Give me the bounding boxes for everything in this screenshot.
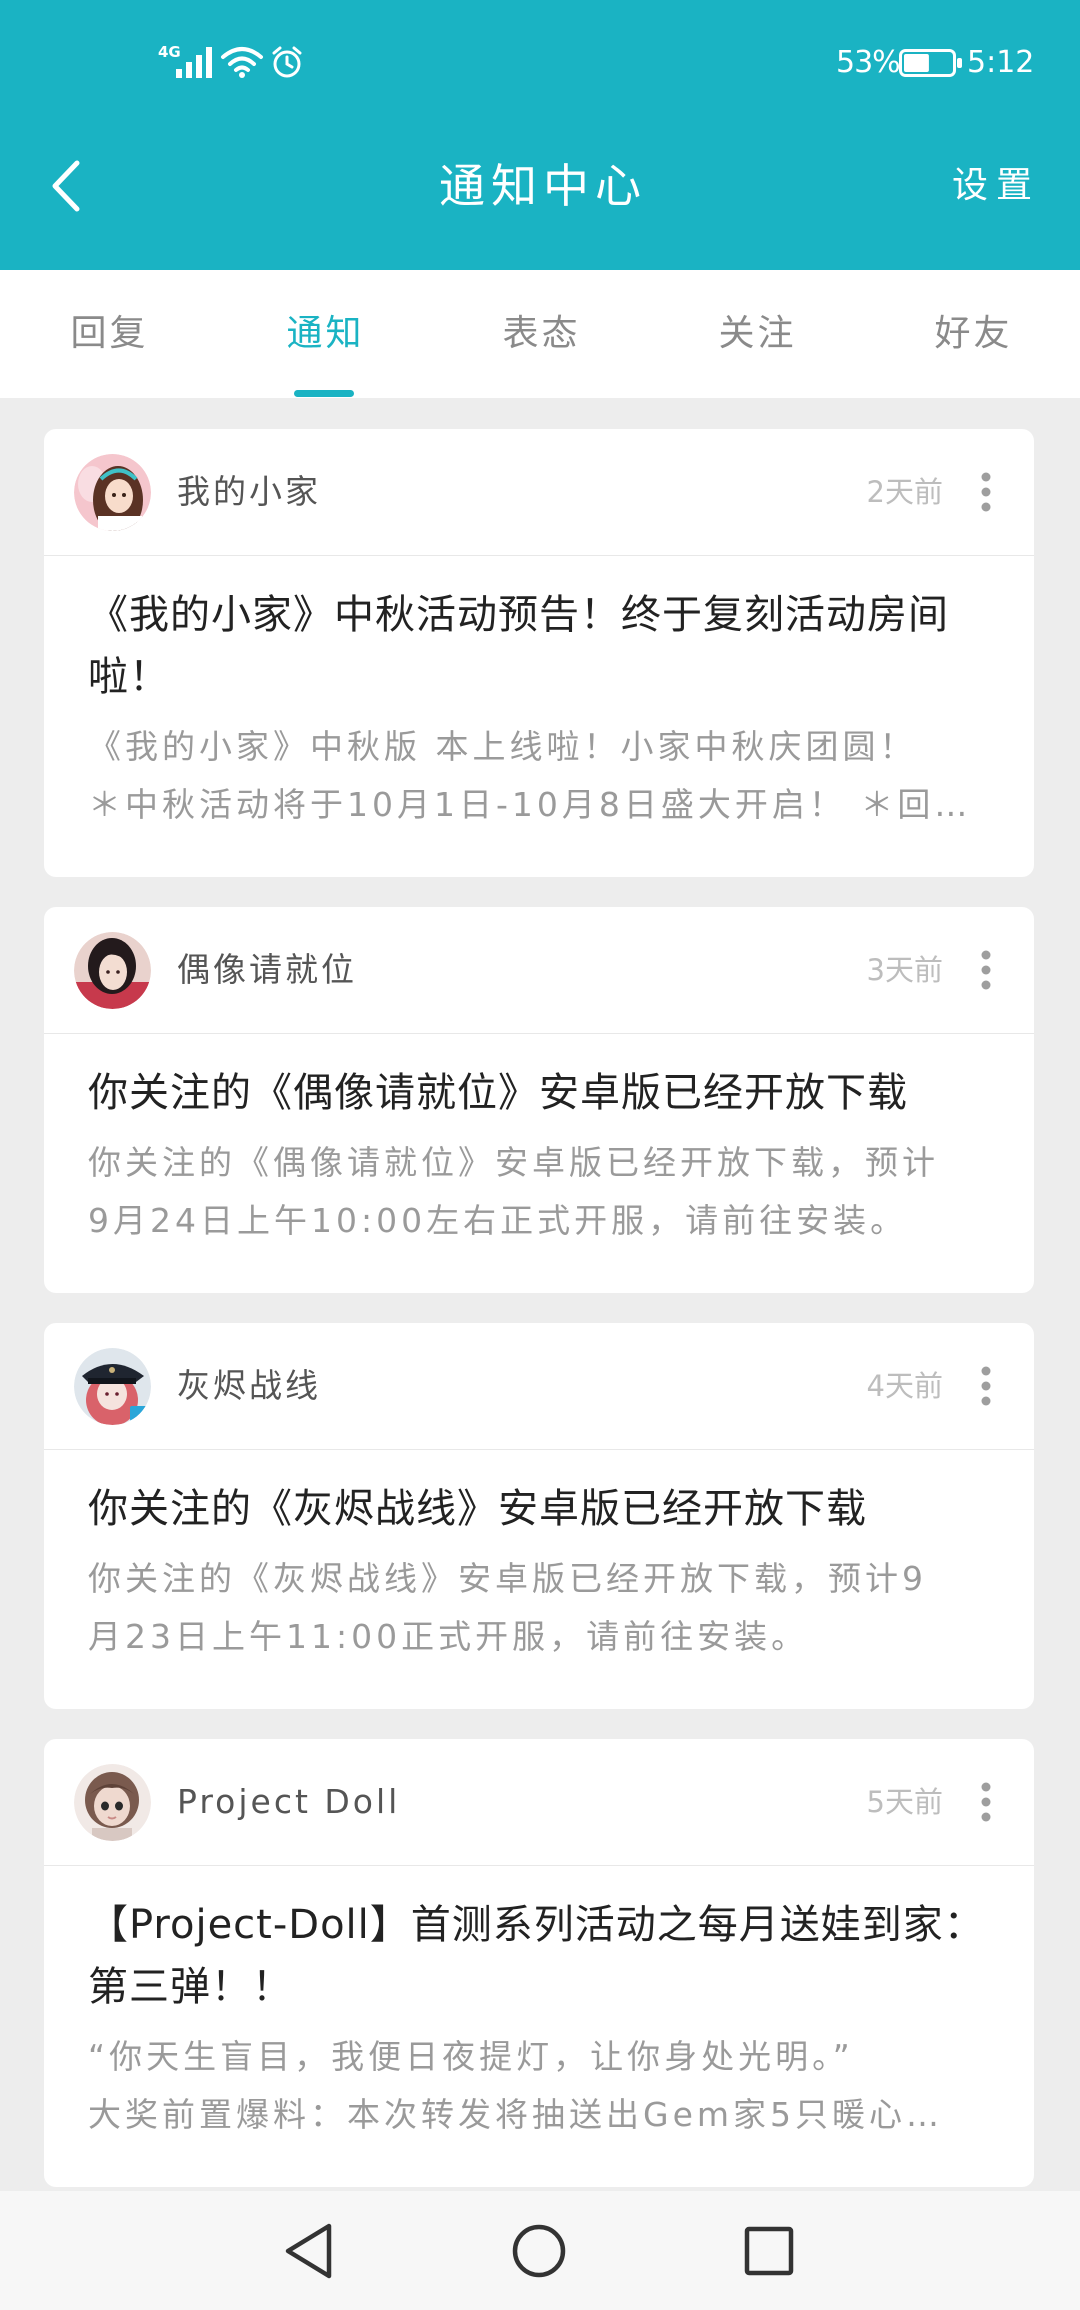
system-recents-button[interactable] <box>734 2216 804 2286</box>
title-line: 你关注的《偶像请就位》安卓版已经开放下载 <box>88 1070 908 1116</box>
tab-reactions[interactable]: 表态 <box>432 270 648 398</box>
tab-indicator <box>294 390 354 397</box>
card-body: 【Project-Doll】首测系列活动之每月送娃到家： 第三弹！！ “你天生盲… <box>44 1866 1034 2187</box>
tab-label: 表态 <box>502 313 581 354</box>
tab-label: 通知 <box>286 313 365 354</box>
system-home-button[interactable] <box>504 2216 574 2286</box>
doll-avatar-icon <box>74 1764 151 1841</box>
notification-title: 《我的小家》中秋活动预告！终于复刻活动房间 啦！ <box>88 584 990 708</box>
more-vertical-icon <box>981 1366 991 1406</box>
more-vertical-icon <box>981 1782 991 1822</box>
back-triangle-icon <box>285 2223 332 2279</box>
card-header: 我的小家 2天前 <box>44 429 1034 556</box>
source-name: Project Doll <box>177 1782 401 1821</box>
signal-icon <box>176 47 212 78</box>
summary-line: ＊中秋活动将于10月1日-10月8日盛大开启！ ＊回… <box>88 785 972 824</box>
recents-square-icon <box>744 2226 794 2276</box>
summary-line: 9月24日上午10:00左右正式开服，请前往安装。 <box>88 1201 908 1240</box>
source-name: 偶像请就位 <box>177 950 357 989</box>
system-nav-bar <box>0 2191 1080 2310</box>
notification-card[interactable]: 我的小家 2天前 《我的小家》中秋活动预告！终于复刻活动房间 啦！ 《我的小家》… <box>44 429 1034 877</box>
summary-line: 你关注的《偶像请就位》安卓版已经开放下载，预计 <box>88 1143 939 1182</box>
card-body: 《我的小家》中秋活动预告！终于复刻活动房间 啦！ 《我的小家》中秋版 本上线啦！… <box>44 556 1034 877</box>
tab-notifications[interactable]: 通知 <box>216 270 432 398</box>
notification-card[interactable]: 灰烬战线 4天前 你关注的《灰烬战线》安卓版已经开放下载 你关注的《灰烬战线》安… <box>44 1323 1034 1709</box>
officer-avatar-icon <box>74 1348 151 1425</box>
source-name: 我的小家 <box>177 472 321 511</box>
notification-summary: 你关注的《偶像请就位》安卓版已经开放下载，预计 9月24日上午10:00左右正式… <box>88 1134 990 1250</box>
alarm-icon <box>272 46 302 78</box>
avatar[interactable] <box>74 1764 151 1841</box>
title-line: 【Project-Doll】首测系列活动之每月送娃到家： <box>88 1902 985 1948</box>
page-title: 通知中心 <box>439 159 647 213</box>
tab-label: 回复 <box>70 313 149 354</box>
more-button[interactable] <box>966 1361 1006 1411</box>
tab-label: 关注 <box>718 313 797 354</box>
status-time: 5:12 <box>967 45 1035 80</box>
avatar[interactable] <box>74 932 151 1009</box>
system-back-button[interactable] <box>274 2216 344 2286</box>
more-vertical-icon <box>981 950 991 990</box>
notification-title: 你关注的《灰烬战线》安卓版已经开放下载 <box>88 1478 990 1540</box>
tab-friends[interactable]: 好友 <box>864 270 1080 398</box>
notification-card[interactable]: 偶像请就位 3天前 你关注的《偶像请就位》安卓版已经开放下载 你关注的《偶像请就… <box>44 907 1034 1293</box>
tab-replies[interactable]: 回复 <box>0 270 216 398</box>
girl-avatar-icon <box>74 454 151 531</box>
source-name: 灰烬战线 <box>177 1366 321 1405</box>
summary-line: 你关注的《灰烬战线》安卓版已经开放下载，预计9 <box>88 1559 927 1598</box>
more-vertical-icon <box>981 472 991 512</box>
app-header: 4G 53% 5:12 通知中心 设置 <box>0 0 1080 270</box>
card-body: 你关注的《灰烬战线》安卓版已经开放下载 你关注的《灰烬战线》安卓版已经开放下载，… <box>44 1450 1034 1709</box>
card-body: 你关注的《偶像请就位》安卓版已经开放下载 你关注的《偶像请就位》安卓版已经开放下… <box>44 1034 1034 1293</box>
title-line: 啦！ <box>88 654 170 700</box>
notification-summary: “你天生盲目，我便日夜提灯，让你身处光明。” 大奖前置爆料：本次转发将抽送出Ge… <box>88 2028 990 2144</box>
home-circle-icon <box>512 2224 566 2278</box>
summary-line: 《我的小家》中秋版 本上线啦！小家中秋庆团圆！ <box>88 727 917 766</box>
title-line: 第三弹！！ <box>88 1964 293 2010</box>
notification-list[interactable]: 我的小家 2天前 《我的小家》中秋活动预告！终于复刻活动房间 啦！ 《我的小家》… <box>0 398 1080 2191</box>
timestamp: 4天前 <box>866 1369 943 1403</box>
more-button[interactable] <box>966 467 1006 517</box>
avatar[interactable] <box>74 1348 151 1425</box>
notification-summary: 你关注的《灰烬战线》安卓版已经开放下载，预计9 月23日上午11:00正式开服，… <box>88 1550 990 1666</box>
tab-bar: 回复 通知 表态 关注 好友 <box>0 270 1080 398</box>
title-line: 你关注的《灰烬战线》安卓版已经开放下载 <box>88 1486 867 1532</box>
card-header: 偶像请就位 3天前 <box>44 907 1034 1034</box>
title-line: 《我的小家》中秋活动预告！终于复刻活动房间 <box>88 592 949 638</box>
timestamp: 5天前 <box>866 1785 943 1819</box>
avatar[interactable] <box>74 454 151 531</box>
summary-line: 月23日上午11:00正式开服，请前往安装。 <box>88 1617 809 1656</box>
timestamp: 2天前 <box>866 475 943 509</box>
notification-title: 【Project-Doll】首测系列活动之每月送娃到家： 第三弹！！ <box>88 1894 990 2018</box>
tab-following[interactable]: 关注 <box>648 270 864 398</box>
idol-avatar-icon <box>74 932 151 1009</box>
card-header: 灰烬战线 4天前 <box>44 1323 1034 1450</box>
card-header: Project Doll 5天前 <box>44 1739 1034 1866</box>
tab-label: 好友 <box>934 313 1013 354</box>
more-button[interactable] <box>966 1777 1006 1827</box>
summary-line: 大奖前置爆料：本次转发将抽送出Gem家5只暖心… <box>88 2095 944 2134</box>
settings-button[interactable]: 设置 <box>952 164 1040 208</box>
battery-percent: 53% <box>836 45 901 80</box>
notification-summary: 《我的小家》中秋版 本上线啦！小家中秋庆团圆！ ＊中秋活动将于10月1日-10月… <box>88 718 990 834</box>
more-button[interactable] <box>966 945 1006 995</box>
status-bar: 4G 53% 5:12 <box>0 0 1080 120</box>
battery-icon <box>899 49 962 77</box>
summary-line: “你天生盲目，我便日夜提灯，让你身处光明。” <box>88 2037 854 2076</box>
battery-fill <box>904 54 929 72</box>
wifi-icon <box>221 47 263 78</box>
notification-title: 你关注的《偶像请就位》安卓版已经开放下载 <box>88 1062 990 1124</box>
timestamp: 3天前 <box>866 953 943 987</box>
notification-card[interactable]: Project Doll 5天前 【Project-Doll】首测系列活动之每月… <box>44 1739 1034 2187</box>
